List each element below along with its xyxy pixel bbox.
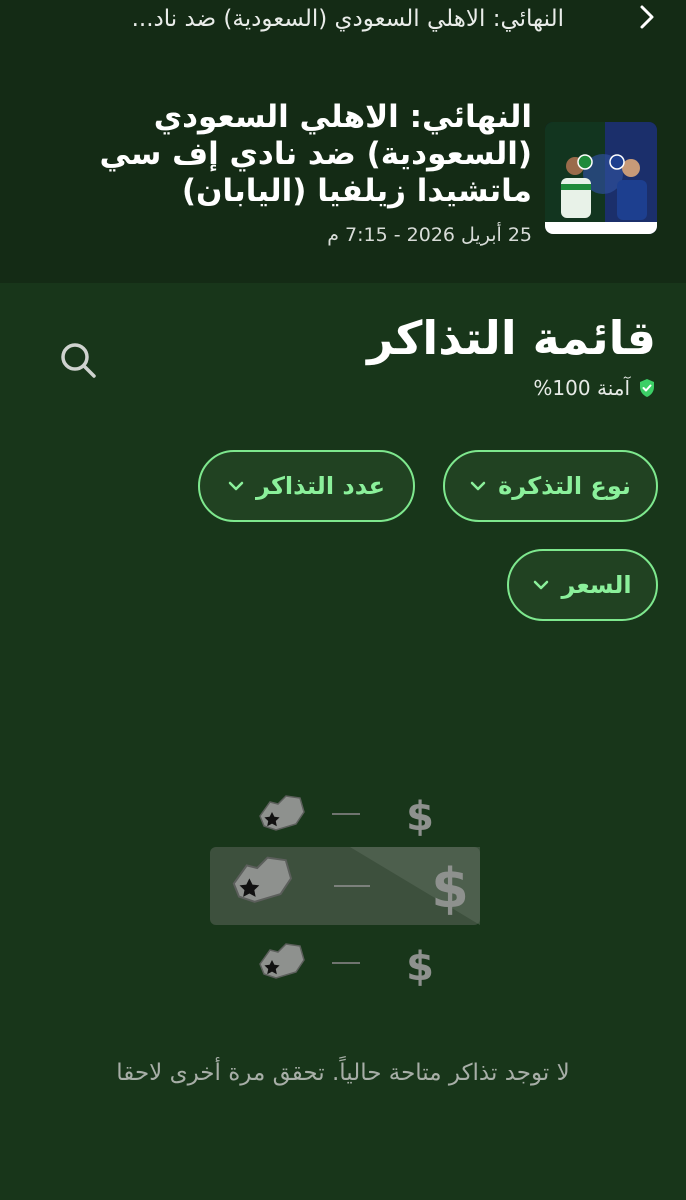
page-title: قائمة التذاكر — [367, 311, 656, 365]
ticket-type-filter[interactable]: نوع التذكرة — [443, 450, 658, 522]
search-icon[interactable] — [56, 338, 100, 382]
ticket-count-filter[interactable]: عدد التذاكر — [198, 450, 415, 522]
topbar-title: النهائي: الاهلي السعودي (السعودية) ضد نا… — [131, 6, 564, 32]
empty-tickets-illustration: $ $ $ — [210, 794, 480, 990]
illustration-row-1: $ — [259, 794, 434, 840]
shield-check-icon — [640, 379, 654, 397]
ticket-count-filter-label: عدد التذاكر — [256, 472, 385, 500]
secure-text: آمنة 100% — [533, 376, 630, 400]
dollar-icon: $ — [431, 857, 469, 920]
ticket-type-filter-label: نوع التذكرة — [498, 472, 631, 500]
event-date: 25 أبريل 2026 - 7:15 م — [327, 224, 532, 246]
illustration-row-2: $ — [210, 847, 480, 925]
price-filter[interactable]: السعر — [507, 549, 658, 621]
secure-badge: آمنة 100% — [533, 373, 656, 403]
event-thumbnail — [545, 122, 657, 234]
dollar-icon: $ — [406, 794, 434, 840]
price-filter-label: السعر — [561, 571, 632, 599]
event-title: النهائي: الاهلي السعودي (السعودية) ضد نا… — [99, 99, 532, 209]
chevron-right-icon[interactable] — [636, 4, 658, 30]
chevron-down-icon — [470, 481, 486, 491]
dollar-icon: $ — [406, 944, 434, 990]
chevron-down-icon — [534, 580, 549, 590]
chevron-down-icon — [228, 481, 244, 491]
illustration-row-3: $ — [259, 943, 434, 990]
empty-state-message: لا توجد تذاكر متاحة حالياً. تحقق مرة أخر… — [116, 1060, 570, 1086]
